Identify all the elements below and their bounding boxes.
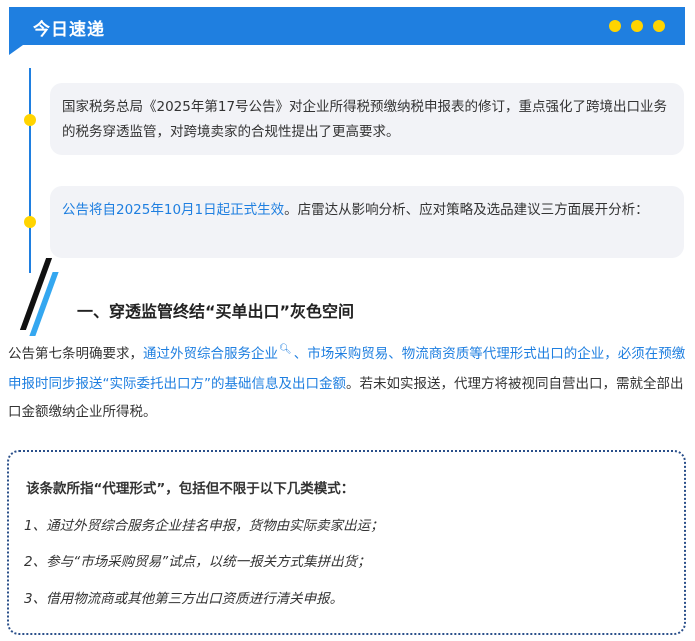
search-icon[interactable]: 🔍︎ bbox=[279, 336, 292, 364]
definition-item: 1、通过外贸综合服务企业挂名申报，货物由实际卖家出运； bbox=[24, 518, 384, 534]
paragraph-part1: 公告第七条明确要求， bbox=[8, 346, 143, 362]
header-title: 今日速递 bbox=[33, 20, 105, 40]
header-tail bbox=[9, 45, 23, 55]
definition-heading: 该条款所指“代理形式”，包括但不限于以下几类模式： bbox=[26, 481, 355, 497]
intro-card-text: 国家税务总局《2025年第17号公告》对企业所得税预缴纳税申报表的修订，重点强化… bbox=[62, 99, 668, 140]
definition-item: 3、借用物流商或其他第三方出口资质进行清关申报。 bbox=[24, 591, 344, 607]
paragraph-link1[interactable]: 通过外贸综合服务企业 bbox=[143, 346, 278, 362]
header-bar: 今日速递 bbox=[9, 7, 685, 45]
timeline-line bbox=[29, 68, 31, 273]
intro-card: 国家税务总局《2025年第17号公告》对企业所得税预缴纳税申报表的修订，重点强化… bbox=[50, 83, 684, 155]
header-dots bbox=[609, 20, 665, 32]
section-title: 一、穿透监管终结“买单出口”灰色空间 bbox=[77, 302, 355, 321]
timeline-dot bbox=[24, 114, 36, 126]
effective-date-text: 。店雷达从影响分析、应对策略及选品建议三方面展开分析： bbox=[284, 202, 649, 218]
timeline-dot bbox=[24, 216, 36, 228]
definition-item: 2、参与“市场采购贸易”试点，以统一报关方式集拼出货； bbox=[24, 554, 371, 570]
decorative-dot bbox=[631, 20, 643, 32]
effective-date-card: 公告将自2025年10月1日起正式生效。店雷达从影响分析、应对策略及选品建议三方… bbox=[50, 186, 684, 258]
decorative-dot bbox=[609, 20, 621, 32]
decorative-dot bbox=[653, 20, 665, 32]
body-paragraph: 公告第七条明确要求，通过外贸综合服务企业🔍︎ 、市场采购贸易、物流商资质等代理形式… bbox=[8, 340, 688, 426]
effective-date-highlight: 公告将自2025年10月1日起正式生效 bbox=[62, 202, 285, 218]
